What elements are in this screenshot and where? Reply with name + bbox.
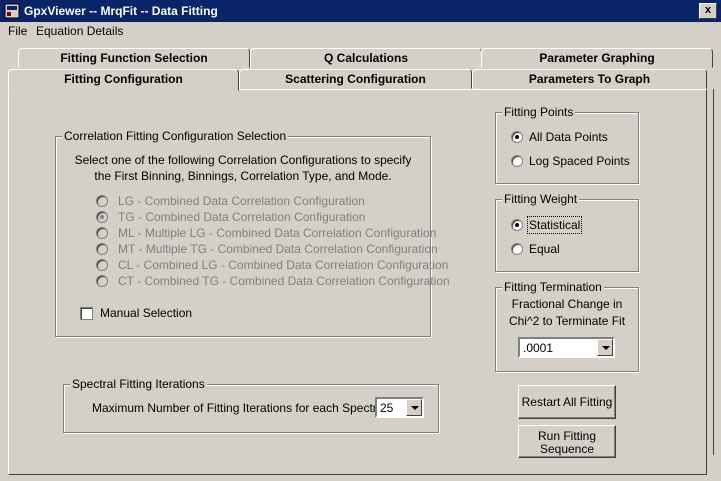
correlation-radio-lg[interactable] (96, 195, 108, 207)
close-button[interactable]: x (699, 3, 717, 19)
tab-parameter-graphing[interactable]: Parameter Graphing (481, 48, 713, 68)
fitting-weight-legend: Fitting Weight (502, 192, 580, 206)
window-title: GpxViewer -- MrqFit -- Data Fitting (24, 4, 218, 18)
fitting-points-option-log: Log Spaced Points (529, 154, 630, 168)
max-iterations-value: 25 (380, 401, 394, 415)
run-fitting-sequence-button[interactable]: Run Fitting Sequence (518, 425, 616, 458)
termination-label-line2: Chi^2 to Terminate Fit (508, 314, 626, 328)
fitting-points-legend: Fitting Points (502, 105, 576, 119)
correlation-instructions-line1: Select one of the following Correlation … (74, 153, 412, 167)
termination-label-line1: Fractional Change in (511, 297, 623, 311)
tab-fitting-configuration[interactable]: Fitting Configuration (8, 69, 239, 91)
tab-fitting-function-selection[interactable]: Fitting Function Selection (18, 48, 250, 68)
correlation-option-ct: CT - Combined TG - Combined Data Correla… (118, 274, 450, 288)
correlation-radio-tg[interactable] (96, 211, 108, 223)
termination-select[interactable]: .0001 (518, 337, 615, 358)
chevron-down-icon[interactable] (406, 399, 422, 416)
spectral-iterations-legend: Spectral Fitting Iterations (70, 377, 207, 391)
fitting-points-option-all: All Data Points (529, 130, 608, 144)
fitting-weight-radio-equal[interactable] (511, 243, 523, 255)
correlation-instructions-line2: the First Binning, Binnings, Correlation… (94, 169, 392, 183)
correlation-legend: Correlation Fitting Configuration Select… (62, 129, 289, 143)
manual-selection-checkbox[interactable] (80, 307, 93, 320)
correlation-radio-ct[interactable] (96, 275, 108, 287)
radio-selected-dot (515, 135, 519, 139)
fitting-weight-group: Fitting Weight (495, 192, 639, 272)
radio-selected-dot (100, 215, 104, 219)
menu-bar: File Equation Details (0, 22, 721, 40)
correlation-option-cl: CL - Combined LG - Combined Data Correla… (118, 258, 449, 272)
chevron-down-icon[interactable] (597, 339, 613, 356)
correlation-option-tg: TG - Combined Data Correlation Configura… (118, 210, 366, 224)
max-iterations-label: Maximum Number of Fitting Iterations for… (92, 401, 384, 415)
back-panel-edge (713, 89, 714, 455)
correlation-option-lg: LG - Combined Data Correlation Configura… (118, 194, 365, 208)
fitting-weight-option-statistical: Statistical (526, 216, 583, 234)
menu-file[interactable]: File (8, 24, 27, 38)
restart-all-fitting-button[interactable]: Restart All Fitting (518, 385, 616, 419)
fitting-points-group: Fitting Points (495, 105, 639, 184)
correlation-radio-ml[interactable] (96, 227, 108, 239)
fitting-weight-radio-statistical[interactable] (511, 219, 523, 231)
fitting-termination-legend: Fitting Termination (502, 280, 604, 294)
termination-value: .0001 (523, 341, 554, 355)
radio-selected-dot (515, 223, 519, 227)
menu-equation-details[interactable]: Equation Details (36, 24, 123, 38)
correlation-radio-cl[interactable] (96, 259, 108, 271)
tab-parameters-to-graph[interactable]: Parameters To Graph (472, 69, 707, 89)
title-bar: GpxViewer -- MrqFit -- Data Fitting x (0, 0, 721, 22)
correlation-option-mt: MT - Multiple TG - Combined Data Correla… (118, 242, 438, 256)
tab-scattering-configuration[interactable]: Scattering Configuration (239, 69, 472, 89)
app-icon (4, 3, 20, 19)
run-button-line2: Sequence (539, 442, 595, 456)
fitting-points-radio-log[interactable] (511, 155, 523, 167)
max-iterations-select[interactable]: 25 (375, 397, 424, 418)
correlation-option-ml: ML - Multiple LG - Combined Data Correla… (118, 226, 437, 240)
fitting-weight-option-equal: Equal (529, 242, 560, 256)
tab-q-calculations[interactable]: Q Calculations (250, 48, 482, 68)
correlation-radio-mt[interactable] (96, 243, 108, 255)
fitting-points-radio-all[interactable] (511, 131, 523, 143)
manual-selection-label: Manual Selection (100, 306, 193, 320)
